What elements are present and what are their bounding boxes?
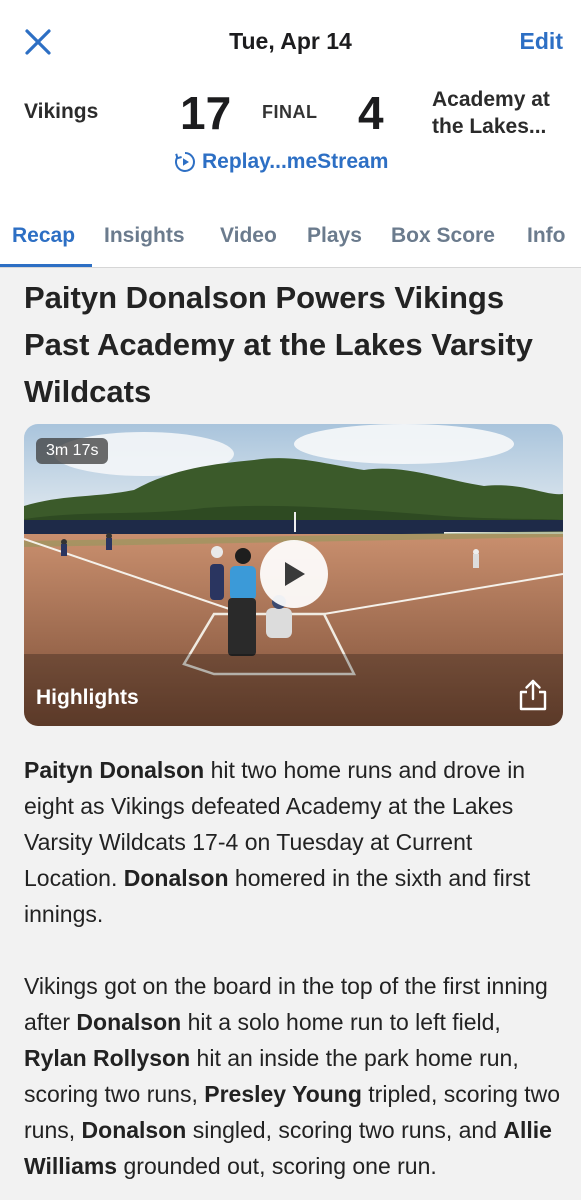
recap-paragraph-1: Paityn Donalson hit two home runs and dr… [24, 752, 569, 932]
recap-text: singled, scoring two runs, and [186, 1117, 504, 1143]
tab-plays[interactable]: Plays [307, 224, 362, 248]
player-name: Donalson [76, 1009, 182, 1035]
recap-text: grounded out, scoring one run. [117, 1153, 437, 1179]
recap-paragraph-2: Vikings got on the board in the top of t… [24, 968, 569, 1184]
player-name: Presley Young [204, 1081, 362, 1107]
active-tab-indicator [0, 264, 92, 267]
tab-insights[interactable]: Insights [104, 224, 185, 248]
tab-video[interactable]: Video [220, 224, 277, 248]
recap-text: hit a solo home run to left field, [181, 1009, 501, 1035]
game-header: Tue, Apr 14 Edit Vikings 17 FINAL 4 Acad… [0, 0, 581, 268]
game-date: Tue, Apr 14 [229, 28, 352, 54]
away-team-name-line1: Academy at [432, 88, 550, 111]
away-team-name-line2: the Lakes... [432, 115, 547, 138]
game-status: FINAL [262, 102, 318, 122]
tab-recap[interactable]: Recap [12, 224, 75, 248]
highlights-video[interactable]: 3m 17s Highlights [24, 424, 563, 726]
away-team-score: 4 [358, 87, 384, 139]
edit-button[interactable]: Edit [520, 28, 563, 55]
home-team-score: 17 [180, 87, 232, 139]
replay-link[interactable]: Replay...meStream [174, 150, 388, 174]
player-name: Donalson [81, 1117, 187, 1143]
replay-play-icon [175, 152, 195, 172]
home-team-name: Vikings [24, 100, 99, 123]
recap-headline: Paityn Donalson Powers Vikings Past Acad… [24, 280, 533, 409]
player-name: Rylan Rollyson [24, 1045, 191, 1071]
video-duration-badge: 3m 17s [36, 438, 109, 464]
replay-label: Replay...meStream [202, 150, 389, 173]
recap-body: Paityn Donalson hit two home runs and dr… [24, 752, 569, 1200]
tab-box-score[interactable]: Box Score [391, 224, 495, 248]
player-name: Paityn Donalson [24, 757, 205, 783]
away-team-name: Academy at the Lakes... [432, 86, 572, 140]
play-icon [285, 562, 305, 586]
play-button[interactable] [260, 540, 328, 608]
share-icon[interactable] [517, 678, 549, 712]
tab-info[interactable]: Info [527, 224, 565, 248]
player-name: Donalson [123, 865, 229, 891]
video-title: Highlights [36, 686, 139, 709]
tab-bar: Recap Insights Video Plays Box Score Inf… [0, 218, 581, 268]
